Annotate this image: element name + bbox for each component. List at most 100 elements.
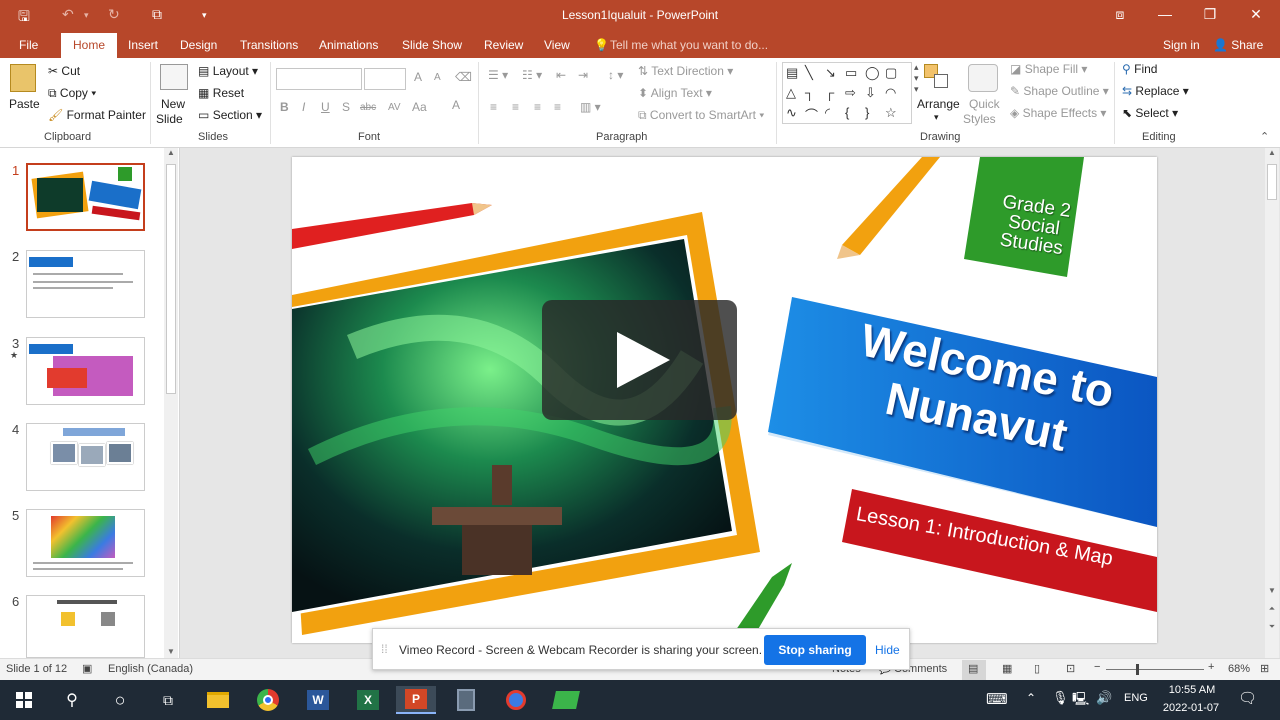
notification-center-icon[interactable]: 🗨: [1238, 689, 1257, 707]
arc-shape-icon[interactable]: ◜: [825, 105, 830, 121]
shape-outline-button[interactable]: ✎ Shape Outline ▾: [1010, 84, 1109, 98]
spellcheck-icon[interactable]: ▣: [82, 662, 92, 675]
shadow-button[interactable]: S: [342, 100, 350, 114]
align-text-button[interactable]: ⬍ Align Text ▾: [638, 86, 712, 100]
convert-smartart-button[interactable]: ⧉ Convert to SmartArt ▾: [638, 108, 764, 123]
zoom-slider[interactable]: [1106, 669, 1204, 670]
search-icon[interactable]: ⚲: [52, 686, 92, 714]
freeform-shape-icon[interactable]: ◠: [885, 85, 896, 101]
video-play-button[interactable]: [542, 300, 737, 420]
network-icon[interactable]: 🖳: [1072, 690, 1089, 712]
tab-file[interactable]: File: [19, 38, 38, 52]
text-direction-button[interactable]: ⇅ Text Direction ▾: [638, 64, 733, 78]
fit-slide-icon[interactable]: ⊞: [1260, 662, 1269, 675]
section-button[interactable]: ▭ Section ▾: [198, 108, 262, 122]
underline-button[interactable]: U: [321, 100, 330, 114]
tab-transitions[interactable]: Transitions: [240, 38, 298, 52]
numbering-icon[interactable]: ☷ ▾: [522, 68, 542, 82]
tab-animations[interactable]: Animations: [319, 38, 378, 52]
input-language[interactable]: ENG: [1124, 692, 1148, 704]
replace-button[interactable]: ⇆ Replace ▾: [1122, 84, 1189, 98]
slide-thumbnail-4[interactable]: [26, 423, 145, 491]
slide-thumbnail-6[interactable]: [26, 595, 145, 658]
slideshow-view-icon[interactable]: ⊡: [1066, 662, 1075, 675]
shrink-font-button[interactable]: A: [434, 72, 441, 83]
quick-styles-label-2[interactable]: Styles: [963, 112, 996, 126]
slide-thumbnail-2[interactable]: [26, 250, 145, 318]
slide-scroll-thumb[interactable]: [1267, 164, 1277, 200]
align-center-icon[interactable]: ≡: [512, 100, 519, 114]
slide-scrollbar[interactable]: ▲ ▼ ⏶ ⏷: [1265, 148, 1279, 658]
arrange-dropdown-icon[interactable]: ▾: [934, 112, 939, 123]
slide-canvas[interactable]: Grade 2 Social Studies Welcome to Nunavu…: [292, 157, 1157, 643]
minimize-button[interactable]: —: [1145, 6, 1185, 22]
elbow-connector-icon[interactable]: ┐: [805, 85, 814, 100]
zoom-slider-thumb[interactable]: [1136, 664, 1139, 675]
increase-indent-icon[interactable]: ⇥: [578, 68, 588, 82]
slide-thumbnail-3[interactable]: [26, 337, 145, 405]
shape-effects-button[interactable]: ◈ Shape Effects ▾: [1010, 106, 1106, 120]
down-arrow-shape-icon[interactable]: ⇩: [865, 85, 876, 101]
quick-styles-icon[interactable]: [968, 64, 998, 92]
slide-thumbnail-5[interactable]: [26, 509, 145, 577]
cortana-icon[interactable]: ○: [100, 686, 140, 714]
decrease-indent-icon[interactable]: ⇤: [556, 68, 566, 82]
next-slide-icon[interactable]: ⏷: [1265, 622, 1279, 632]
excel-icon[interactable]: X: [348, 686, 388, 714]
line-shape-icon[interactable]: ╲: [805, 65, 813, 81]
word-icon[interactable]: W: [298, 686, 338, 714]
green-app-icon[interactable]: [546, 686, 586, 714]
scroll-down-icon[interactable]: ▼: [164, 647, 178, 656]
font-color-button[interactable]: A: [452, 98, 460, 112]
italic-button[interactable]: I: [302, 100, 305, 114]
hide-link[interactable]: Hide: [875, 643, 900, 657]
star-shape-icon[interactable]: ☆: [885, 105, 897, 121]
arrange-button[interactable]: Arrange: [917, 97, 960, 111]
paste-button[interactable]: Paste: [9, 97, 40, 111]
clock-time[interactable]: 10:55 AM: [1162, 684, 1222, 696]
slide-thumbnail-1[interactable]: [26, 163, 145, 231]
quick-styles-label-1[interactable]: Quick: [969, 97, 1000, 111]
tab-review[interactable]: Review: [484, 38, 523, 52]
format-painter-button[interactable]: 🖌 Format Painter: [48, 108, 146, 122]
ribbon-display-options-icon[interactable]: ⧈: [1100, 6, 1140, 23]
shape-fill-button[interactable]: ◪ Shape Fill ▾: [1010, 62, 1087, 76]
reading-view-icon[interactable]: ▯: [1034, 662, 1040, 675]
paste-icon[interactable]: [10, 64, 36, 92]
arrow-line-shape-icon[interactable]: ↘: [825, 65, 836, 81]
bold-button[interactable]: B: [280, 100, 289, 114]
right-arrow-shape-icon[interactable]: ⇨: [845, 85, 856, 101]
tab-design[interactable]: Design: [180, 38, 217, 52]
reset-button[interactable]: ▦ Reset: [198, 86, 244, 100]
collapse-ribbon-icon[interactable]: ⌃: [1260, 130, 1269, 143]
left-brace-shape-icon[interactable]: {: [845, 105, 849, 120]
tell-me-box[interactable]: Tell me what you want to do...: [610, 38, 768, 52]
cut-button[interactable]: ✂ Cut: [48, 64, 80, 78]
tab-view[interactable]: View: [544, 38, 570, 52]
recorder-app-icon[interactable]: [496, 686, 536, 714]
align-left-icon[interactable]: ≡: [490, 100, 497, 114]
task-view-icon[interactable]: ⧉: [148, 686, 188, 714]
connector-shape-icon[interactable]: ┌: [825, 85, 834, 100]
textbox-shape-icon[interactable]: ▤: [786, 65, 798, 81]
font-size-input[interactable]: [364, 68, 406, 90]
thumbnail-scrollbar[interactable]: ▲ ▼: [164, 148, 178, 658]
copy-button[interactable]: ⧉ Copy ▾: [48, 86, 96, 101]
bullets-icon[interactable]: ☰ ▾: [488, 68, 508, 82]
line-spacing-icon[interactable]: ↕ ▾: [608, 68, 623, 82]
drag-handle-icon[interactable]: ⁞⁞: [381, 642, 388, 656]
right-brace-shape-icon[interactable]: }: [865, 105, 869, 120]
columns-icon[interactable]: ▥ ▾: [580, 100, 601, 114]
grow-font-button[interactable]: A: [414, 70, 422, 84]
select-button[interactable]: ⬉ Select ▾: [1122, 106, 1178, 120]
oval-shape-icon[interactable]: ◯: [865, 65, 880, 81]
clear-formatting-icon[interactable]: ⌫: [455, 70, 472, 84]
change-case-button[interactable]: Aa: [412, 100, 427, 114]
clock-date[interactable]: 2022-01-07: [1158, 702, 1224, 714]
zoom-level[interactable]: 68%: [1228, 663, 1250, 675]
rounded-rect-shape-icon[interactable]: ▢: [885, 65, 897, 81]
keyboard-icon[interactable]: ⌨: [986, 690, 1008, 708]
align-right-icon[interactable]: ≡: [534, 100, 541, 114]
start-button[interactable]: [4, 686, 44, 714]
new-slide-label-2[interactable]: Slide: [156, 112, 183, 126]
